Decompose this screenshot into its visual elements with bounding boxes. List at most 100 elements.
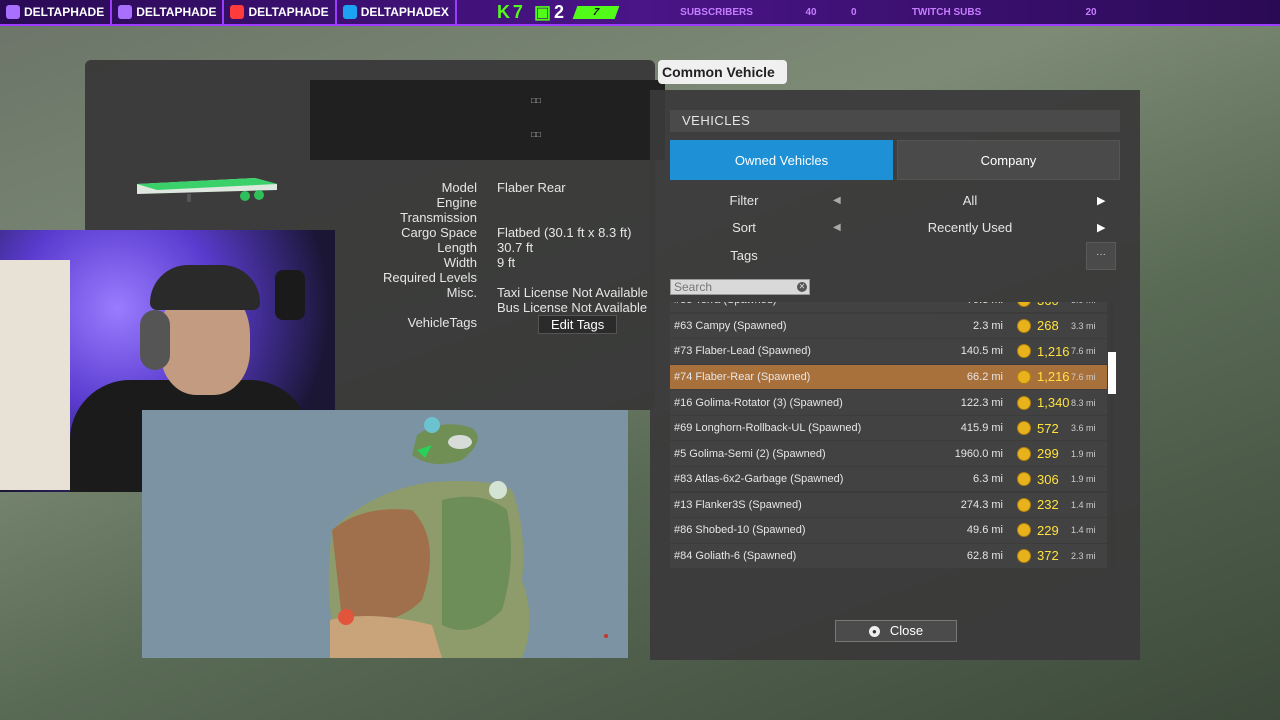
social-handle: DELTAPHADEX	[360, 5, 449, 19]
filter-label: Filter	[729, 193, 759, 208]
twitch-icon	[6, 5, 20, 19]
webcam-wall	[0, 260, 70, 490]
vehicle-row[interactable]: #83 Atlas-6x2-Garbage (Spawned) 6.3 mi 306…	[670, 467, 1107, 492]
vehicle-price: 306	[1037, 471, 1059, 487]
youtube-icon	[230, 5, 245, 19]
vehicle-tabs: Owned Vehicles Company	[670, 140, 1120, 180]
tab-company[interactable]: Company	[897, 140, 1120, 180]
kick-count: K7	[496, 1, 526, 22]
gamepad-b-icon: ●	[868, 626, 880, 638]
microphone	[275, 270, 305, 320]
sort-prev-arrow-icon[interactable]: ◀	[833, 216, 841, 240]
coin-icon	[1017, 548, 1031, 563]
close-button[interactable]: ● Close	[835, 620, 957, 642]
vehicle-row[interactable]: #84 Goliath-6 (Spawned) 62.8 mi 372 2.3 mi	[670, 543, 1107, 568]
headphones	[140, 310, 170, 370]
coin-icon	[1017, 369, 1031, 384]
filter-next-arrow-icon[interactable]: ▶	[1097, 189, 1105, 213]
twitch-subs-label: TWITCH SUBS	[911, 6, 982, 18]
social-twitter: DELTAPHADEX	[337, 0, 457, 24]
kick-counter: K7 ▣2	[497, 2, 567, 23]
vehicle-distance: 49.6 mi	[966, 524, 1003, 537]
vehicle-range: 1.9 mi	[1071, 448, 1096, 459]
vehicle-row[interactable]: #5 Golima-Semi (2) (Spawned) 1960.0 mi 299…	[670, 441, 1107, 466]
vehicle-distance: 1960.0 mi	[954, 447, 1003, 460]
vehicle-preview-box: □□ □□	[310, 80, 665, 160]
vehicle-range: 3.3 mi	[1071, 320, 1096, 331]
edit-tags-button[interactable]: Edit Tags	[538, 315, 618, 334]
social-handle: DELTAPHADE	[248, 5, 329, 19]
vehicle-range: 2.3 mi	[1071, 550, 1096, 561]
coin-icon	[1017, 395, 1031, 410]
goal-value: 7	[572, 5, 619, 19]
subscribers-current: 40	[805, 6, 817, 18]
vehicle-row[interactable]: #69 Longhorn-Rollback-UL (Spawned) 415.9 …	[670, 415, 1107, 441]
sort-next-arrow-icon[interactable]: ▶	[1097, 216, 1105, 240]
social-instagram: DELTAPHADE	[112, 0, 225, 24]
vehicle-distance: 62.8 mi	[966, 549, 1003, 562]
vehicle-range: 3.6 mi	[1071, 423, 1096, 434]
vehicle-price: 268	[1037, 318, 1059, 334]
common-vehicle-label: Common Vehicle	[658, 60, 787, 84]
vehicle-distance: 140.5 mi	[960, 345, 1003, 358]
vehicles-panel: VEHICLES Owned Vehicles Company Filter ◀…	[650, 90, 1140, 660]
vehicle-distance: 2.3 mi	[973, 319, 1003, 332]
tags-more-button[interactable]: ···	[1086, 242, 1116, 270]
vehicle-range: 7.6 mi	[1071, 346, 1096, 357]
vehicle-row[interactable]: #63 Campy (Spawned) 2.3 mi 268 3.3 mi	[670, 313, 1107, 338]
vehicle-row[interactable]: #16 Golima-Rotator (3) (Spawned) 122.3 mi…	[670, 390, 1107, 415]
vehicle-name: #13 Flanker3S (Spawned)	[674, 498, 802, 511]
vehicle-distance: 415.9 mi	[960, 422, 1003, 435]
streamer-cap	[150, 265, 260, 310]
coin-icon	[1017, 421, 1031, 436]
search-input[interactable]: Search ✕	[670, 279, 810, 295]
vehicle-range: 1.4 mi	[1071, 525, 1096, 536]
scrollbar-thumb[interactable]	[1108, 352, 1116, 394]
sort-label: Sort	[732, 220, 756, 235]
vehicle-range: 1.9 mi	[1071, 474, 1096, 485]
vehicle-price: 1,340	[1037, 395, 1070, 410]
vehicle-row[interactable]: #86 Shobed-10 (Spawned) 49.6 mi 229 1.4 mi	[670, 518, 1107, 543]
vehicle-name: #63 Campy (Spawned)	[674, 319, 787, 332]
vehicle-row[interactable]: #74 Flaber-Rear (Spawned) 66.2 mi 1,216 7.6…	[670, 364, 1107, 390]
subscribers-label: SUBSCRIBERS	[680, 6, 753, 18]
vehicle-list: #38 Terra (Spawned)79.3 mi 3603.9 mi #63 C…	[670, 302, 1107, 568]
twitter-icon	[342, 5, 357, 19]
map-graphic	[328, 417, 608, 658]
filter-row: Filter ◀ All ▶	[670, 189, 1120, 213]
vehicle-distance: 79.3 mi	[933, 302, 1017, 306]
preview-placeholder: □□	[531, 96, 541, 105]
vehicle-price: 572	[1037, 420, 1059, 436]
vehicle-name: #86 Shobed-10 (Spawned)	[674, 524, 806, 537]
social-twitch: DELTAPHADE	[0, 0, 113, 24]
coin-icon	[1017, 344, 1031, 359]
vehicle-name: #83 Atlas-6x2-Garbage (Spawned)	[674, 473, 844, 486]
vehicle-range: 3.9 mi	[1071, 302, 1107, 305]
clear-search-icon[interactable]: ✕	[797, 282, 807, 292]
world-map[interactable]	[142, 410, 628, 658]
tab-owned-vehicles[interactable]: Owned Vehicles	[670, 140, 893, 180]
scrollbar-track[interactable]	[1110, 302, 1114, 568]
vehicle-price: 1,216	[1037, 369, 1070, 385]
vehicle-distance: 66.2 mi	[966, 370, 1003, 383]
engine-label: Engine	[436, 195, 477, 210]
vehicle-row[interactable]: #13 Flanker3S (Spawned) 274.3 mi 232 1.4 mi	[670, 492, 1107, 518]
coin-icon	[1017, 446, 1031, 461]
trailer-image	[137, 178, 277, 202]
filter-value: All	[962, 193, 978, 208]
vehicle-range: 7.6 mi	[1071, 371, 1096, 382]
close-label: Close	[889, 623, 924, 638]
viewer-count: 2	[553, 1, 567, 22]
vehicle-price: 299	[1037, 446, 1059, 462]
vehicle-range: 8.3 mi	[1071, 397, 1096, 408]
vehicle-row[interactable]: #73 Flaber-Lead (Spawned) 140.5 mi 1,216 7.…	[670, 339, 1107, 364]
subscriber-goal: 7 SUBSCRIBERS 40 0 TWITCH SUBS 20	[572, 3, 1097, 21]
instagram-icon	[118, 5, 133, 19]
social-handle: DELTAPHADE	[24, 5, 105, 19]
tags-label: Tags	[730, 248, 758, 263]
vehicle-row[interactable]: #38 Terra (Spawned)79.3 mi 3603.9 mi	[670, 302, 1107, 313]
filter-prev-arrow-icon[interactable]: ◀	[833, 189, 841, 213]
vehicle-name: #74 Flaber-Rear (Spawned)	[674, 370, 811, 383]
vehicle-distance: 122.3 mi	[960, 396, 1003, 409]
chat-icon: ▣	[533, 1, 554, 22]
